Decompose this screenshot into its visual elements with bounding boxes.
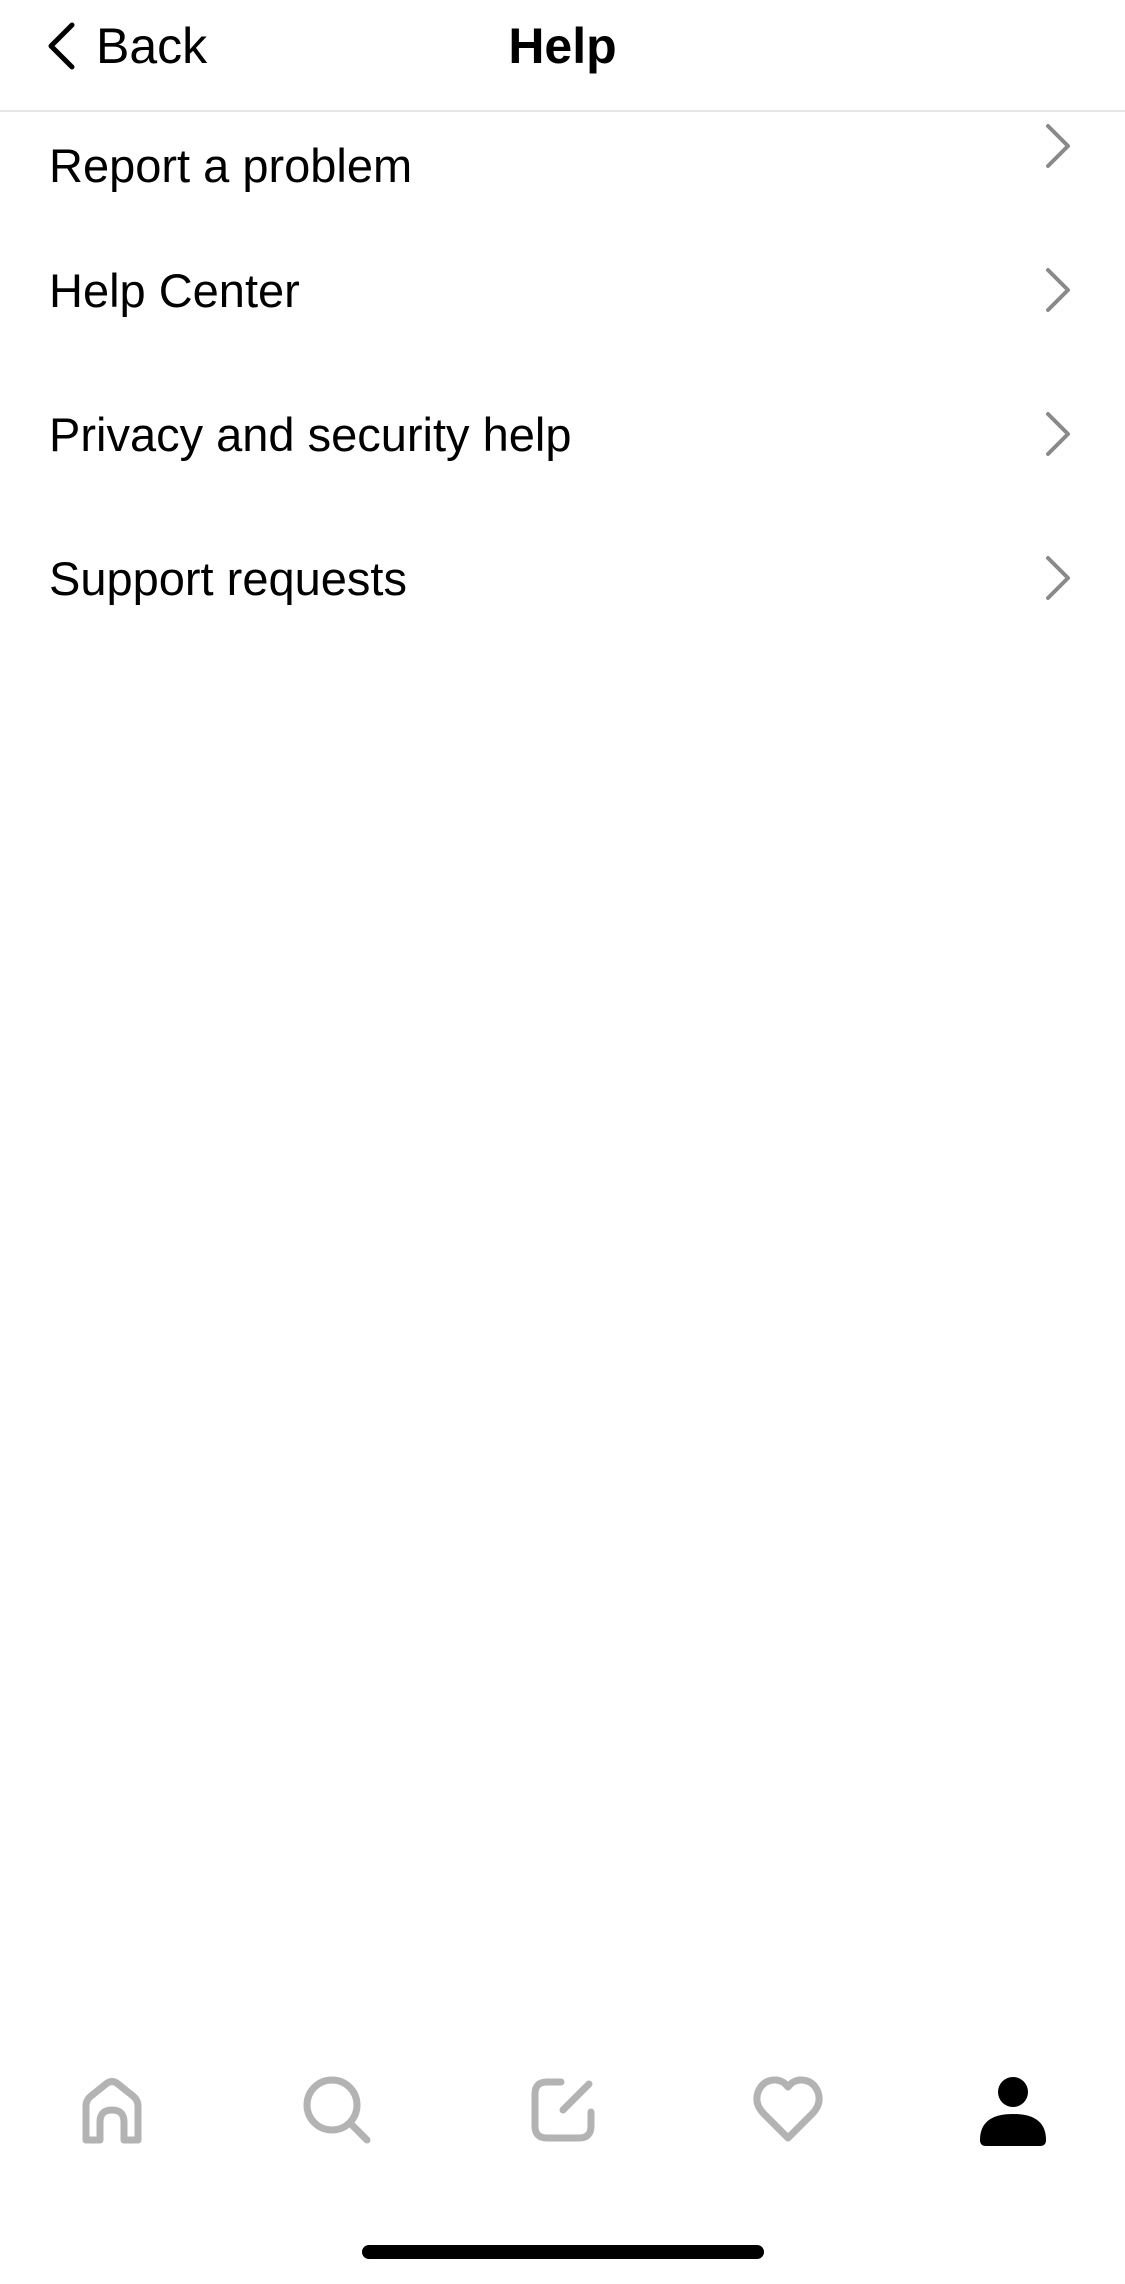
tab-compose[interactable] [503, 2050, 623, 2170]
chevron-left-icon [48, 22, 75, 70]
menu-item-help-center[interactable]: Help Center [0, 218, 1125, 362]
tab-home[interactable] [52, 2050, 172, 2170]
tab-activity[interactable] [728, 2050, 848, 2170]
back-button[interactable]: Back [44, 14, 207, 78]
heart-icon [753, 2076, 823, 2142]
menu-item-label: Report a problem [49, 138, 413, 192]
home-indicator[interactable] [362, 2245, 764, 2259]
menu-item-label: Support requests [49, 551, 407, 605]
chevron-right-icon [1046, 268, 1070, 312]
home-icon [82, 2078, 142, 2144]
menu-item-privacy-and-security-help[interactable]: Privacy and security help [0, 362, 1125, 506]
tab-search[interactable] [277, 2050, 397, 2170]
help-menu: Report a problem Help Center Privacy and… [0, 112, 1125, 650]
back-label: Back [96, 18, 208, 74]
tab-profile[interactable] [953, 2050, 1073, 2170]
compose-icon [531, 2078, 595, 2142]
chevron-right-icon [1046, 412, 1070, 456]
menu-item-report-a-problem[interactable]: Report a problem [0, 74, 1125, 218]
person-icon [980, 2077, 1046, 2146]
chevron-right-icon [1046, 556, 1070, 600]
menu-item-label: Privacy and security help [49, 407, 572, 461]
menu-item-label: Help Center [49, 263, 300, 317]
bottom-tab-bar [0, 2050, 1125, 2170]
search-icon [303, 2076, 371, 2144]
menu-item-support-requests[interactable]: Support requests [0, 506, 1125, 650]
chevron-right-icon [1046, 124, 1070, 168]
